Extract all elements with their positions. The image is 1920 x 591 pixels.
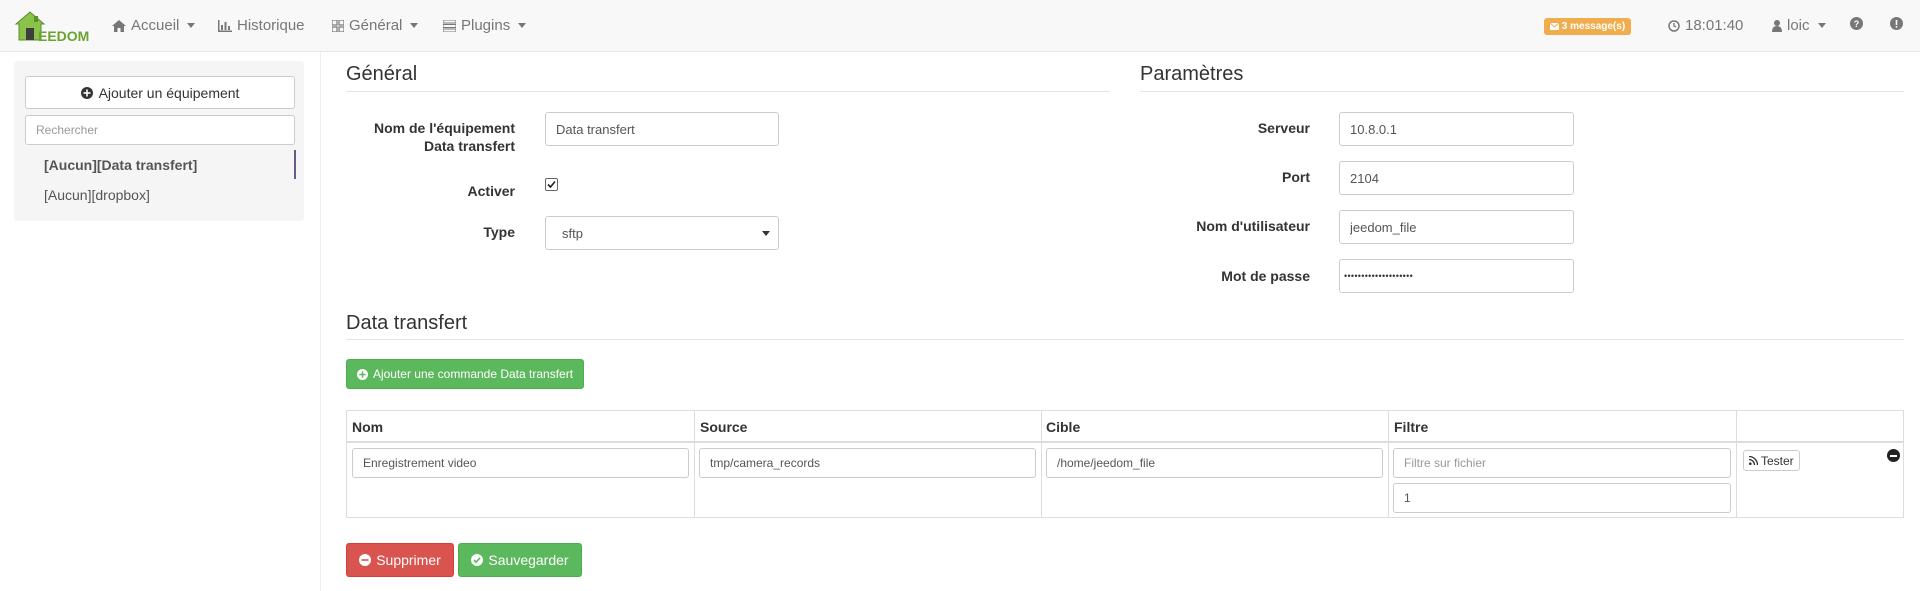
transfer-section-title: Data transfert xyxy=(346,312,468,334)
equipment-name-label-line2: Data transfert xyxy=(423,138,515,154)
table-header: Nom Source Cible Filtre xyxy=(347,411,1903,443)
password-label: Mot de passe xyxy=(1221,268,1310,284)
general-divider xyxy=(346,91,1110,92)
question-circle-icon: ? xyxy=(1850,17,1863,30)
rss-icon xyxy=(1749,456,1758,465)
top-navbar: EEDOM Accueil Historique Général Plugins… xyxy=(0,0,1920,52)
column-divider xyxy=(1736,411,1737,517)
params-section-title: Paramètres xyxy=(1140,63,1244,85)
chevron-down-icon xyxy=(410,23,419,28)
jeedom-logo[interactable]: EEDOM xyxy=(12,8,90,44)
bar-chart-icon xyxy=(218,19,232,32)
server-label: Serveur xyxy=(1257,120,1310,136)
exclamation-circle-icon xyxy=(1890,17,1903,30)
port-label: Port xyxy=(1282,169,1310,185)
params-divider xyxy=(1140,91,1904,92)
column-header-source: Source xyxy=(700,419,748,435)
nav-general[interactable]: Général xyxy=(332,17,419,34)
info-button[interactable] xyxy=(1890,17,1903,30)
column-divider xyxy=(1041,411,1042,517)
checkmark-icon xyxy=(547,180,556,189)
clock-time: 18:01:40 xyxy=(1685,17,1744,34)
column-divider xyxy=(320,52,321,591)
nav-historique[interactable]: Historique xyxy=(218,17,305,34)
command-target-input[interactable] xyxy=(1046,448,1383,478)
add-command-button[interactable]: Ajouter une commande Data transfert xyxy=(346,359,584,389)
active-item-indicator xyxy=(294,150,296,179)
tasks-icon xyxy=(443,19,456,32)
add-command-label: Ajouter une commande Data transfert xyxy=(372,367,574,381)
nav-accueil[interactable]: Accueil xyxy=(112,17,196,34)
remove-command-icon[interactable] xyxy=(1887,449,1900,462)
activate-checkbox[interactable] xyxy=(545,178,558,191)
sidebar-item-dropbox[interactable]: [Aucun][dropbox] xyxy=(44,187,150,203)
equipment-name-label: Nom de l'équipement Data transfert xyxy=(346,120,515,154)
type-select[interactable]: sftp xyxy=(545,216,779,250)
plus-circle-icon xyxy=(356,368,368,380)
logo-text: EEDOM xyxy=(38,28,90,44)
plus-circle-icon xyxy=(80,86,93,99)
test-command-button[interactable]: Tester xyxy=(1743,450,1800,471)
grid-icon xyxy=(332,19,344,32)
column-divider xyxy=(694,411,695,517)
delete-button[interactable]: Supprimer xyxy=(346,543,454,577)
svg-text:?: ? xyxy=(1854,19,1860,29)
nav-plugins[interactable]: Plugins xyxy=(443,17,527,34)
equipment-sidebar: Ajouter un équipement [Aucun][Data trans… xyxy=(14,61,304,221)
type-label: Type xyxy=(483,224,515,240)
user-menu[interactable]: loic xyxy=(1772,17,1826,34)
column-header-nom: Nom xyxy=(352,419,384,435)
command-filter-input[interactable] xyxy=(1393,448,1731,478)
column-divider xyxy=(1388,411,1389,517)
save-button[interactable]: Sauvegarder xyxy=(458,543,582,577)
command-source-input[interactable] xyxy=(699,448,1036,478)
clock-display: 18:01:40 xyxy=(1668,17,1743,34)
nav-accueil-label: Accueil xyxy=(131,17,180,34)
transfer-divider xyxy=(346,339,1904,340)
type-select-value: sftp xyxy=(562,225,583,241)
password-input[interactable]: •••••••••••••••••••• xyxy=(1339,259,1574,293)
add-equipment-label: Ajouter un équipement xyxy=(98,84,240,101)
port-input[interactable] xyxy=(1339,161,1574,195)
add-equipment-button[interactable]: Ajouter un équipement xyxy=(25,76,295,109)
command-filter-value-input[interactable] xyxy=(1393,483,1731,513)
clock-icon xyxy=(1668,19,1680,32)
chevron-down-icon xyxy=(187,23,196,28)
general-section-title: Général xyxy=(346,63,418,85)
username-input[interactable] xyxy=(1339,210,1574,244)
user-name: loic xyxy=(1787,17,1810,34)
nav-historique-label: Historique xyxy=(237,17,305,34)
minus-circle-icon xyxy=(359,554,372,566)
sidebar-item-data-transfert[interactable]: [Aucun][Data transfert] xyxy=(44,157,197,173)
nav-plugins-label: Plugins xyxy=(461,17,511,34)
nav-general-label: Général xyxy=(349,17,403,34)
check-circle-icon xyxy=(471,554,484,566)
equipment-name-label-line1: Nom de l'équipement xyxy=(373,120,515,136)
search-input[interactable] xyxy=(25,115,295,145)
equipment-name-input[interactable] xyxy=(545,112,779,146)
username-label: Nom d'utilisateur xyxy=(1196,218,1310,234)
test-command-label: Tester xyxy=(1761,453,1794,468)
save-label: Sauvegarder xyxy=(488,552,569,568)
command-name-input[interactable] xyxy=(352,448,689,478)
chevron-down-icon xyxy=(1817,23,1826,28)
home-icon xyxy=(112,19,126,32)
activate-label: Activer xyxy=(467,183,515,199)
column-header-filtre: Filtre xyxy=(1394,419,1429,435)
messages-badge-label: 3 message(s) xyxy=(1561,21,1626,32)
delete-label: Supprimer xyxy=(376,552,441,568)
user-icon xyxy=(1772,19,1782,32)
envelope-icon xyxy=(1549,22,1560,30)
help-button[interactable]: ? xyxy=(1850,17,1863,30)
messages-badge[interactable]: 3 message(s) xyxy=(1544,18,1632,35)
column-header-cible: Cible xyxy=(1046,419,1081,435)
chevron-down-icon xyxy=(762,231,770,236)
password-mask: •••••••••••••••••••• xyxy=(1344,271,1414,281)
server-input[interactable] xyxy=(1339,112,1574,146)
chevron-down-icon xyxy=(518,23,527,28)
commands-table: Nom Source Cible Filtre Tester xyxy=(346,410,1904,518)
